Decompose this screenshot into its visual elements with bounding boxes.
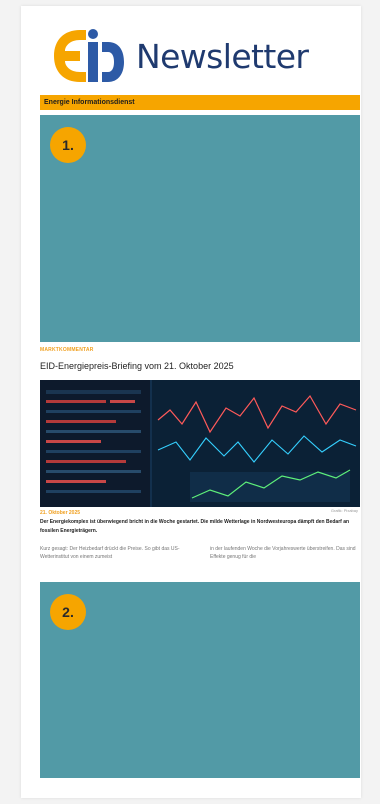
highlight-block-2: 2.: [40, 582, 360, 778]
article-date: 21. Oktober 2025: [40, 510, 81, 516]
article-kicker: MARKTKOMMENTAR: [40, 347, 94, 353]
step-badge-1: 1.: [50, 127, 86, 163]
article-headline[interactable]: EID-Energiepreis-Briefing vom 21. Oktobe…: [40, 361, 360, 371]
photo-credit: Grafik: Pixabay: [330, 508, 358, 513]
newsletter-preview: Newsletter Energie Informationsdienst 1.…: [0, 0, 380, 804]
brand-strip: Energie Informationsdienst: [40, 95, 360, 110]
highlight-block-1: 1.: [40, 115, 360, 342]
eid-newsletter-logo: Newsletter: [50, 26, 350, 86]
trading-screen-photo: [40, 380, 360, 507]
article-body-left: Kurz gesagt: Der Heizbedarf drückt die P…: [40, 546, 180, 560]
newsletter-wordmark: Newsletter: [136, 36, 309, 76]
article-body-right: in der laufenden Woche die Vorjahreswert…: [210, 546, 356, 560]
step-badge-2: 2.: [50, 594, 86, 630]
eid-logo-mark: [50, 26, 126, 86]
article-lead: Der Energiekomplex ist überwiegend brich…: [40, 519, 350, 534]
article-preview: MARKTKOMMENTAR EID-Energiepreis-Briefing…: [40, 346, 360, 560]
